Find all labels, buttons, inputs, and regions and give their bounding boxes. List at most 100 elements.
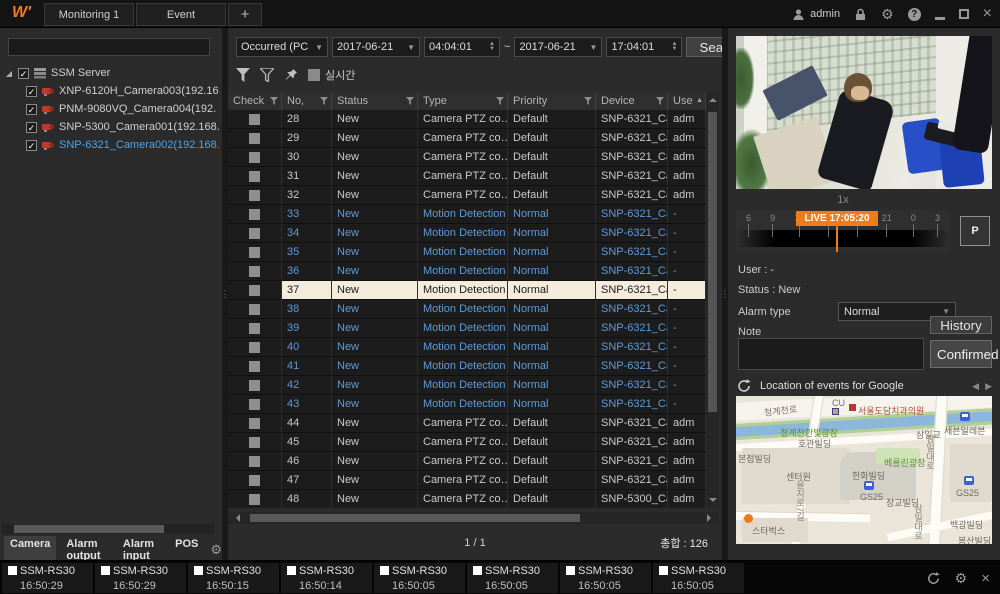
history-button[interactable]: History xyxy=(930,316,992,334)
scrollbar-thumb[interactable] xyxy=(14,525,164,533)
row-checkbox[interactable] xyxy=(249,494,260,505)
help-icon[interactable]: ? xyxy=(908,8,921,21)
camera-checkbox[interactable]: ✓ xyxy=(26,122,37,133)
tree-camera-item[interactable]: ✓ SNP-6321_Camera002(192.168. xyxy=(4,136,220,154)
table-row[interactable]: 30 New Camera PTZ co… Default SNP-6321_C… xyxy=(228,148,706,167)
column-filter-icon[interactable] xyxy=(270,97,278,105)
row-check-cell[interactable] xyxy=(228,186,282,204)
tree-search-input[interactable] xyxy=(8,38,210,56)
event-tile[interactable]: SSM-RS30 16:50:05 xyxy=(467,563,558,593)
time-to-spinner[interactable]: 17:04:01▲▼ xyxy=(606,37,682,57)
row-checkbox[interactable] xyxy=(249,399,260,410)
column-header[interactable]: Priority xyxy=(508,92,596,110)
column-header[interactable]: Status xyxy=(332,92,418,110)
row-check-cell[interactable] xyxy=(228,395,282,413)
filter-funnel-icon[interactable] xyxy=(236,68,250,82)
tree-camera-item[interactable]: ✓ PNM-9080VQ_Camera004(192. xyxy=(4,100,220,118)
table-row[interactable]: 36 New Motion Detection Normal SNP-6321_… xyxy=(228,262,706,281)
spinner-arrows-icon[interactable]: ▲▼ xyxy=(489,42,495,52)
settings-gear-icon[interactable]: ⚙ xyxy=(881,6,894,23)
expand-triangle-icon[interactable]: ◢ xyxy=(4,69,14,78)
timeline-needle[interactable] xyxy=(836,226,838,252)
row-check-cell[interactable] xyxy=(228,167,282,185)
date-from-picker[interactable]: 2017-06-21▼ xyxy=(332,37,420,57)
tree-camera-item[interactable]: ✓ XNP-6120H_Camera003(192.16 xyxy=(4,82,220,100)
table-row[interactable]: 37 New Motion Detection Normal SNP-6321_… xyxy=(228,281,706,300)
column-header[interactable]: Type xyxy=(418,92,508,110)
row-check-cell[interactable] xyxy=(228,224,282,242)
column-header[interactable]: Device xyxy=(596,92,668,110)
row-checkbox[interactable] xyxy=(249,323,260,334)
table-row[interactable]: 43 New Motion Detection Normal SNP-6321_… xyxy=(228,395,706,414)
refresh-icon[interactable] xyxy=(736,378,752,394)
column-header[interactable]: Use xyxy=(668,92,706,110)
scroll-right-arrow[interactable] xyxy=(707,514,715,522)
column-filter-icon[interactable] xyxy=(584,97,592,105)
pin-icon[interactable] xyxy=(284,68,298,82)
event-tile[interactable]: SSM-RS30 16:50:05 xyxy=(653,563,744,593)
column-filter-icon[interactable] xyxy=(496,97,504,105)
google-map[interactable]: 청계천로 CU 서울도담치과의원 청계천한빛광장 호관빌딩 삼일교 세븐일레븐 … xyxy=(736,396,992,544)
realtime-toggle[interactable]: 실시간 xyxy=(308,67,355,83)
row-checkbox[interactable] xyxy=(249,209,260,220)
event-tile-checkbox[interactable] xyxy=(473,566,482,575)
row-check-cell[interactable] xyxy=(228,281,282,299)
spinner-arrows-icon[interactable]: ▲▼ xyxy=(671,42,677,52)
row-check-cell[interactable] xyxy=(228,243,282,261)
ticker-close-icon[interactable]: × xyxy=(981,570,990,587)
table-row[interactable]: 35 New Motion Detection Normal SNP-6321_… xyxy=(228,243,706,262)
row-check-cell[interactable] xyxy=(228,490,282,508)
row-check-cell[interactable] xyxy=(228,452,282,470)
row-check-cell[interactable] xyxy=(228,471,282,489)
tab-event[interactable]: Event xyxy=(136,3,226,26)
play-button[interactable]: P xyxy=(960,216,990,246)
table-row[interactable]: 33 New Motion Detection Normal SNP-6321_… xyxy=(228,205,706,224)
left-horizontal-scrollbar[interactable] xyxy=(2,524,214,534)
scroll-left-arrow[interactable] xyxy=(232,514,240,522)
scrollbar-thumb[interactable] xyxy=(250,514,580,522)
row-checkbox[interactable] xyxy=(249,247,260,258)
row-checkbox[interactable] xyxy=(249,228,260,239)
scrollbar-thumb[interactable] xyxy=(708,112,717,412)
row-check-cell[interactable] xyxy=(228,414,282,432)
row-checkbox[interactable] xyxy=(249,304,260,315)
table-row[interactable]: 44 New Camera PTZ co… Default SNP-6321_C… xyxy=(228,414,706,433)
column-filter-icon[interactable] xyxy=(406,97,414,105)
table-row[interactable]: 48 New Camera PTZ co… Default SNP-5300_C… xyxy=(228,490,706,508)
column-header[interactable]: Check xyxy=(228,92,282,110)
close-button[interactable]: × xyxy=(983,7,992,21)
column-filter-icon[interactable] xyxy=(320,97,328,105)
minimize-button[interactable] xyxy=(935,9,945,20)
row-check-cell[interactable] xyxy=(228,148,282,166)
row-checkbox[interactable] xyxy=(249,152,260,163)
table-row[interactable]: 47 New Camera PTZ co… Default SNP-6321_C… xyxy=(228,471,706,490)
row-checkbox[interactable] xyxy=(249,114,260,125)
event-tile[interactable]: SSM-RS30 16:50:15 xyxy=(188,563,279,593)
event-tile[interactable]: SSM-RS30 16:50:14 xyxy=(281,563,372,593)
row-check-cell[interactable] xyxy=(228,300,282,318)
table-row[interactable]: 39 New Motion Detection Normal SNP-6321_… xyxy=(228,319,706,338)
event-tile-checkbox[interactable] xyxy=(659,566,668,575)
event-tile[interactable]: SSM-RS30 16:50:29 xyxy=(95,563,186,593)
row-check-cell[interactable] xyxy=(228,110,282,128)
row-check-cell[interactable] xyxy=(228,129,282,147)
ticker-settings-gear-icon[interactable]: ⚙ xyxy=(955,570,968,587)
row-checkbox[interactable] xyxy=(249,285,260,296)
note-textarea[interactable] xyxy=(738,338,924,370)
row-checkbox[interactable] xyxy=(249,456,260,467)
row-checkbox[interactable] xyxy=(249,266,260,277)
column-header[interactable]: No, xyxy=(282,92,332,110)
add-tab-button[interactable]: + xyxy=(228,3,262,26)
table-row[interactable]: 46 New Camera PTZ co… Default SNP-6321_C… xyxy=(228,452,706,471)
table-row[interactable]: 29 New Camera PTZ co… Default SNP-6321_C… xyxy=(228,129,706,148)
event-tile-checkbox[interactable] xyxy=(566,566,575,575)
table-row[interactable]: 31 New Camera PTZ co… Default SNP-6321_C… xyxy=(228,167,706,186)
tab-monitoring-1[interactable]: Monitoring 1 xyxy=(44,3,134,26)
tree-root-ssm-server[interactable]: ◢ ✓ SSM Server xyxy=(4,64,220,82)
row-check-cell[interactable] xyxy=(228,357,282,375)
row-check-cell[interactable] xyxy=(228,262,282,280)
row-checkbox[interactable] xyxy=(249,133,260,144)
event-tile[interactable]: SSM-RS30 16:50:05 xyxy=(374,563,465,593)
date-to-picker[interactable]: 2017-06-21▼ xyxy=(514,37,602,57)
event-tile-checkbox[interactable] xyxy=(194,566,203,575)
